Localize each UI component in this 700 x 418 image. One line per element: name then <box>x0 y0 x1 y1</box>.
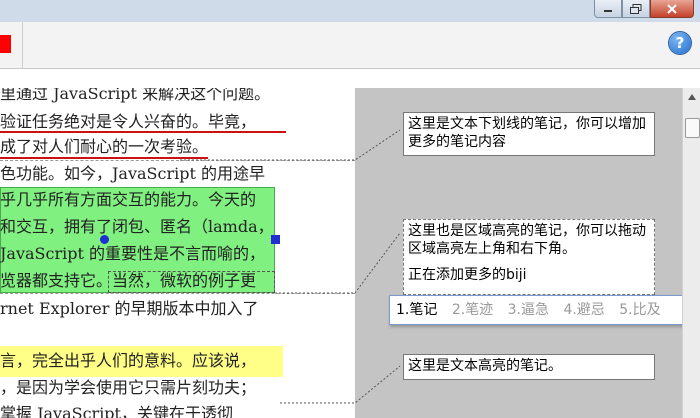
note-text: 这里是文本下划线的笔记，你可以增加更多的笔记内容 <box>408 116 646 150</box>
note-text: 这里也是区域高亮的笔记，你可以拖动区域高亮左上角和右下角。 <box>408 223 646 257</box>
scroll-up-icon[interactable] <box>687 93 697 101</box>
note-underline[interactable]: 这里是文本下划线的笔记，你可以增加更多的笔记内容 <box>403 112 655 156</box>
ime-candidate[interactable]: 4.避忌 <box>563 302 604 318</box>
note-text-highlight[interactable]: 这里是文本高亮的笔记。 <box>403 354 655 380</box>
vertical-scrollbar[interactable] <box>682 88 700 418</box>
note-text: 这里是文本高亮的笔记。 <box>408 358 562 374</box>
ime-candidate-bar[interactable]: 1.笔记 2.笔迹 3.逼急 4.避忌 5.比及 <box>389 295 698 325</box>
note-input-text[interactable]: 正在添加更多的biji <box>408 266 650 284</box>
note-region-highlight[interactable]: 这里也是区域高亮的笔记，你可以拖动区域高亮左上角和右下角。 正在添加更多的bij… <box>403 219 655 295</box>
ime-candidate[interactable]: 1.笔记 <box>396 302 437 318</box>
scroll-thumb[interactable] <box>685 118 700 138</box>
ime-candidate[interactable]: 3.逼急 <box>508 302 549 318</box>
ime-candidate[interactable]: 2.笔迹 <box>452 302 493 318</box>
ime-candidate[interactable]: 5.比及 <box>619 302 660 318</box>
